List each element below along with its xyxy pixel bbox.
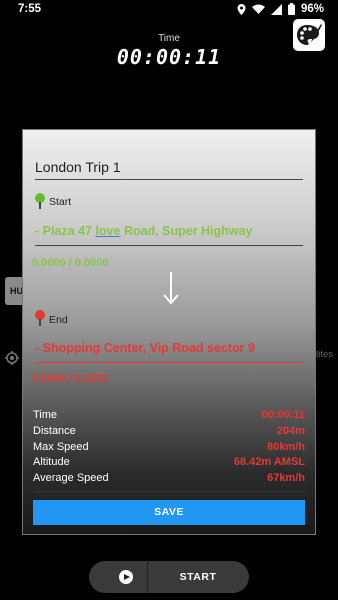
start-address-field[interactable]: - Plaza 47 love Road, Super Highway — [35, 224, 303, 246]
start-button-label: START — [179, 571, 217, 583]
start-button[interactable]: START — [89, 561, 249, 593]
stat-name: Max Speed — [33, 440, 89, 453]
stat-row-max-speed: Max Speed 80km/h — [33, 441, 305, 457]
stat-name: Altitude — [33, 456, 70, 469]
trip-stats: Time 00:00:11 Distance 204m Max Speed 80… — [33, 409, 305, 488]
stat-name: Distance — [33, 424, 76, 437]
timer-value: 00:00:11 — [116, 45, 222, 69]
satellites-label: lites — [316, 349, 333, 360]
stat-row-average-speed: Average Speed 67km/h — [33, 472, 305, 488]
start-pin-icon — [35, 193, 45, 209]
battery-percent: 96% — [300, 3, 324, 15]
stat-value: 67km/h — [267, 472, 305, 485]
stat-value: 00:00:11 — [261, 409, 305, 421]
arrow-down-icon — [163, 272, 179, 305]
start-label: Start — [49, 196, 72, 208]
battery-icon — [287, 3, 295, 15]
end-pin-icon — [35, 310, 45, 326]
timer-label: Time — [158, 33, 180, 44]
status-icons: 96% — [237, 3, 324, 15]
stat-row-time: Time 00:00:11 — [33, 409, 305, 425]
end-coords: 0.0000 / 0.0000 — [32, 373, 109, 385]
stat-row-distance: Distance 204m — [33, 425, 305, 441]
start-address-underlined: love — [95, 224, 121, 238]
wifi-icon — [251, 4, 265, 14]
gps-icon — [5, 351, 19, 365]
location-icon — [237, 3, 246, 15]
stat-value: 68.42m AMSL — [233, 456, 305, 469]
end-address-field[interactable]: - Shopping Center, Vip Road sector 9 — [35, 341, 303, 363]
status-bar: 7:55 96% — [0, 0, 338, 20]
start-address-prefix: - Plaza 47 — [35, 224, 96, 238]
end-label: End — [49, 314, 68, 326]
save-button[interactable]: SAVE — [33, 500, 305, 525]
signal-icon — [270, 3, 282, 15]
theme-button[interactable] — [293, 19, 325, 51]
palette-icon — [297, 24, 322, 45]
start-coords: 0.0000 / 0.0000 — [32, 257, 109, 269]
save-trip-dialog: London Trip 1 Start - Plaza 47 love Road… — [22, 129, 316, 535]
stats-divider — [33, 491, 305, 492]
stat-value: 80km/h — [267, 440, 305, 453]
stat-row-altitude: Altitude 68.42m AMSL — [33, 456, 305, 472]
status-time: 7:55 — [18, 3, 42, 15]
stat-value: 204m — [276, 424, 305, 437]
stat-name: Time — [33, 409, 58, 421]
trip-name-input[interactable]: London Trip 1 — [35, 159, 303, 180]
start-address-suffix: Road, Super Highway — [120, 224, 253, 238]
play-icon — [119, 570, 133, 584]
stat-name: Average Speed — [33, 472, 109, 485]
